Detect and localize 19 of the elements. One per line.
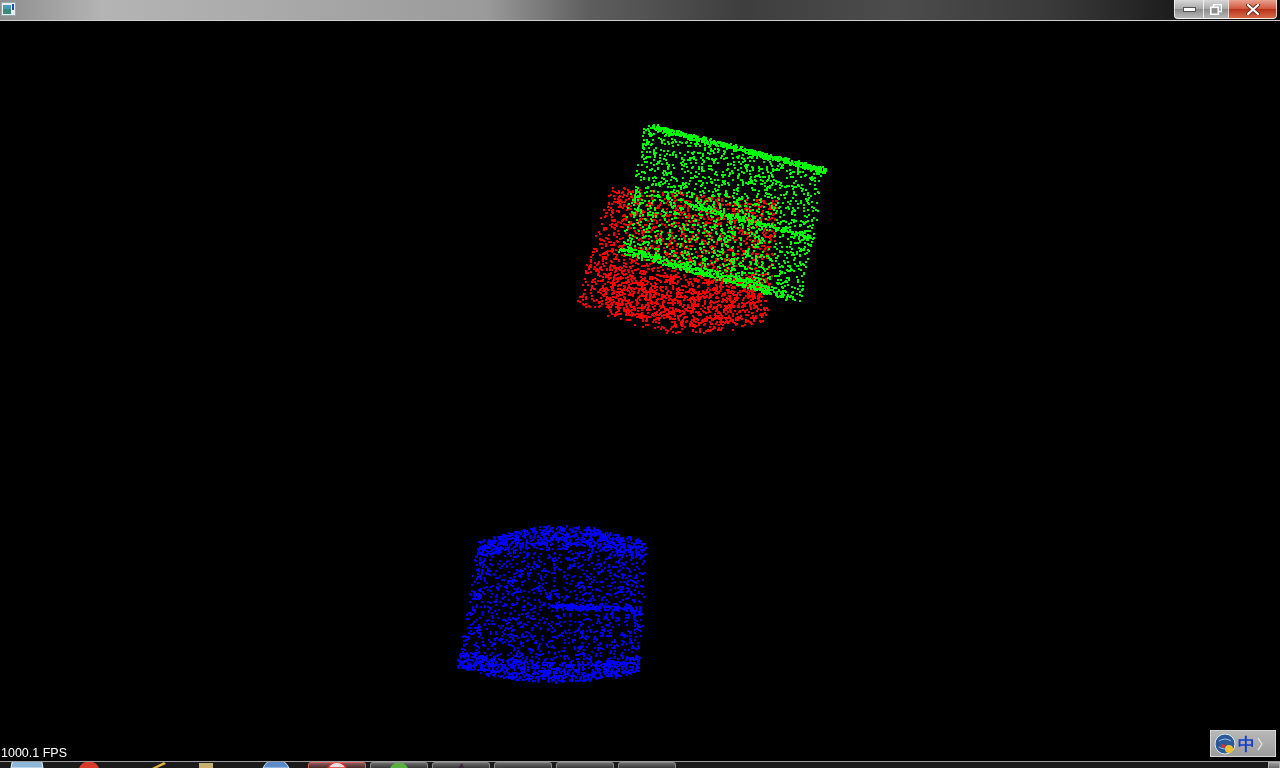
input-mode-button[interactable]: 中 bbox=[1238, 733, 1255, 754]
close-button[interactable] bbox=[1228, 0, 1277, 19]
taskbar-button[interactable] bbox=[308, 762, 366, 768]
globe-icon[interactable] bbox=[1214, 732, 1236, 755]
taskbar-icon[interactable] bbox=[198, 762, 214, 768]
taskbar-button[interactable] bbox=[370, 762, 428, 768]
minimize-button[interactable] bbox=[1174, 0, 1203, 19]
fps-counter: 1000.1 FPS bbox=[1, 746, 67, 760]
taskbar-icon bbox=[327, 763, 347, 768]
taskbar-icon[interactable] bbox=[262, 762, 290, 768]
app-window-icon[interactable] bbox=[1, 2, 16, 16]
minimize-icon bbox=[1182, 6, 1196, 12]
restore-button[interactable] bbox=[1203, 0, 1228, 19]
restore-icon bbox=[1210, 3, 1222, 15]
taskbar-icon bbox=[389, 763, 409, 768]
close-icon bbox=[1245, 3, 1260, 15]
taskbar-button[interactable] bbox=[432, 762, 490, 768]
orb-icon[interactable] bbox=[10, 762, 44, 768]
taskbar-icon bbox=[457, 763, 465, 768]
